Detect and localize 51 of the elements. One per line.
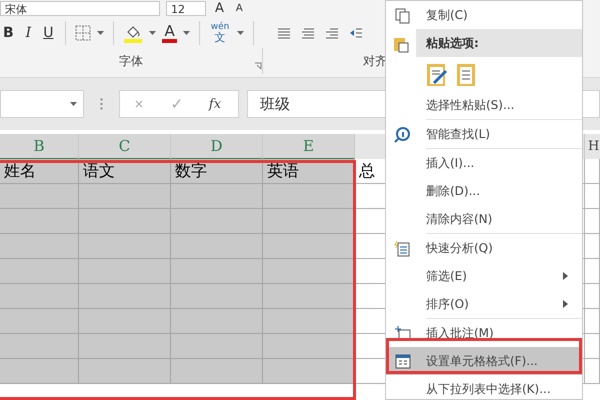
clipboard-icon[interactable]	[456, 61, 476, 87]
menu-item[interactable]: 清除内容(N)	[386, 205, 582, 233]
splitter-handle[interactable]	[100, 98, 103, 110]
indent-icon[interactable]	[349, 27, 364, 39]
table-cell	[585, 334, 600, 359]
dialog-launcher-icon[interactable]	[254, 62, 262, 70]
underline-button[interactable]: U	[40, 25, 56, 41]
document-lightning-icon	[394, 240, 412, 258]
menu-item[interactable]: 排序(O)	[386, 290, 582, 318]
menu-item[interactable]: 选择性粘贴(S)...	[386, 91, 582, 119]
table-cell	[585, 359, 600, 384]
group-label: 字体	[119, 52, 143, 70]
shrink-font-button[interactable]: A	[232, 2, 246, 14]
table-cell	[585, 159, 600, 184]
menu-item[interactable]: 筛选(E)	[386, 262, 582, 290]
font-size-field[interactable]: 12	[166, 0, 206, 16]
table-cell	[585, 309, 600, 334]
table-cell	[585, 184, 600, 209]
font-color-button[interactable]: A	[162, 24, 177, 42]
table-form-icon	[394, 353, 412, 371]
paste-brush-icon[interactable]	[426, 61, 448, 87]
menu-item[interactable]: 复制(C)	[386, 1, 582, 29]
table-cell	[585, 234, 600, 259]
dropdown-caret-icon[interactable]	[149, 31, 156, 35]
align-center-icon[interactable]	[301, 27, 316, 39]
clipboard-icon	[392, 35, 410, 53]
bold-button[interactable]: B	[0, 25, 17, 41]
insert-function-button[interactable]: fx	[196, 96, 234, 112]
menu-item[interactable]: 快速分析(Q)	[386, 234, 582, 262]
copy-icon	[394, 7, 412, 25]
font-name-field[interactable]: 宋体	[0, 0, 160, 16]
table-cell	[585, 209, 600, 234]
align-left-icon[interactable]	[277, 27, 292, 39]
dropdown-caret-icon[interactable]	[237, 31, 244, 35]
table-cell	[585, 284, 600, 309]
dropdown-caret-icon[interactable]	[182, 31, 190, 35]
column-header[interactable]: H	[585, 134, 600, 160]
borders-icon[interactable]	[75, 25, 92, 41]
grow-font-button[interactable]: A	[212, 0, 227, 16]
submenu-arrow-icon	[563, 300, 568, 308]
dropdown-caret-icon[interactable]	[70, 102, 77, 106]
menu-item[interactable]: 插入批注(M)	[386, 319, 582, 347]
phonetic-guide-button[interactable]: wén 文	[208, 23, 232, 43]
submenu-arrow-icon	[563, 272, 568, 280]
italic-button[interactable]: I	[22, 25, 34, 41]
dropdown-caret-icon[interactable]	[97, 31, 104, 35]
menu-item[interactable]: 从下拉列表中选择(K)...	[386, 375, 582, 399]
align-right-icon[interactable]	[325, 27, 340, 39]
magnifier-icon	[394, 126, 412, 144]
menu-item[interactable]: 智能查找(L)	[386, 120, 582, 148]
table-cell	[585, 259, 600, 284]
